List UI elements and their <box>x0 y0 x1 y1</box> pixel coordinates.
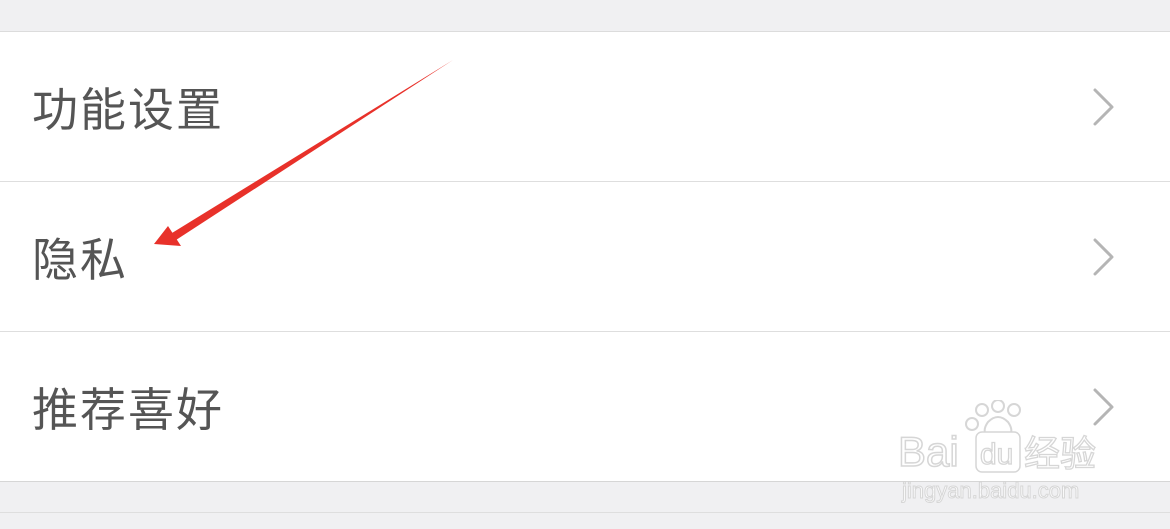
settings-row-label: 隐私 <box>32 232 128 287</box>
bottom-section-gap <box>0 482 1170 529</box>
chevron-right-icon <box>1093 88 1114 125</box>
settings-row-recommendation-preferences[interactable]: 推荐喜好 <box>0 332 1170 482</box>
settings-row-function-settings[interactable]: 功能设置 <box>0 32 1170 182</box>
settings-row-label: 功能设置 <box>32 82 224 137</box>
chevron-right-icon <box>1093 238 1114 275</box>
settings-row-privacy[interactable]: 隐私 <box>0 182 1170 332</box>
settings-row-label: 推荐喜好 <box>32 382 224 437</box>
settings-list: 功能设置 隐私 推荐喜好 <box>0 32 1170 482</box>
chevron-right-icon <box>1093 388 1114 425</box>
bottom-divider <box>0 512 1170 513</box>
top-section-gap <box>0 0 1170 32</box>
